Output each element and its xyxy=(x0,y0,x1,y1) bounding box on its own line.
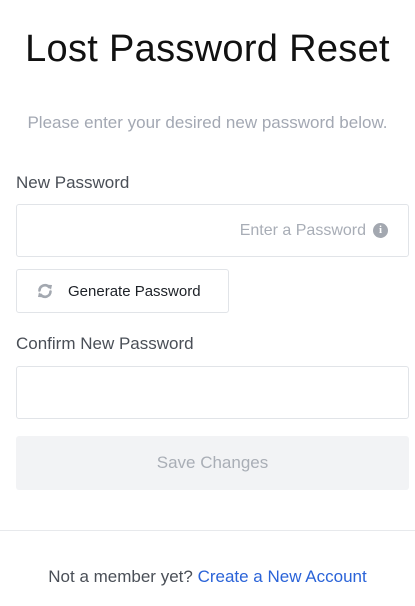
generate-password-button[interactable]: Generate Password xyxy=(16,269,229,313)
divider xyxy=(0,530,415,531)
refresh-icon xyxy=(36,282,54,300)
create-account-link[interactable]: Create a New Account xyxy=(198,567,367,586)
generate-password-label: Generate Password xyxy=(68,282,201,300)
confirm-password-field-wrapper xyxy=(16,366,409,419)
password-reset-page: Lost Password Reset Please enter your de… xyxy=(0,0,415,606)
new-password-label: New Password xyxy=(16,173,130,192)
new-password-input[interactable] xyxy=(17,205,408,256)
confirm-password-input[interactable] xyxy=(17,367,408,418)
footer: Not a member yet? Create a New Account xyxy=(0,567,415,587)
confirm-password-label: Confirm New Password xyxy=(16,334,194,353)
new-password-field-wrapper: i xyxy=(16,204,409,257)
page-subtitle: Please enter your desired new password b… xyxy=(27,113,388,132)
info-icon[interactable]: i xyxy=(373,223,388,238)
page-title: Lost Password Reset xyxy=(25,28,390,70)
save-changes-button[interactable]: Save Changes xyxy=(16,436,409,490)
footer-prompt: Not a member yet? xyxy=(48,567,193,586)
